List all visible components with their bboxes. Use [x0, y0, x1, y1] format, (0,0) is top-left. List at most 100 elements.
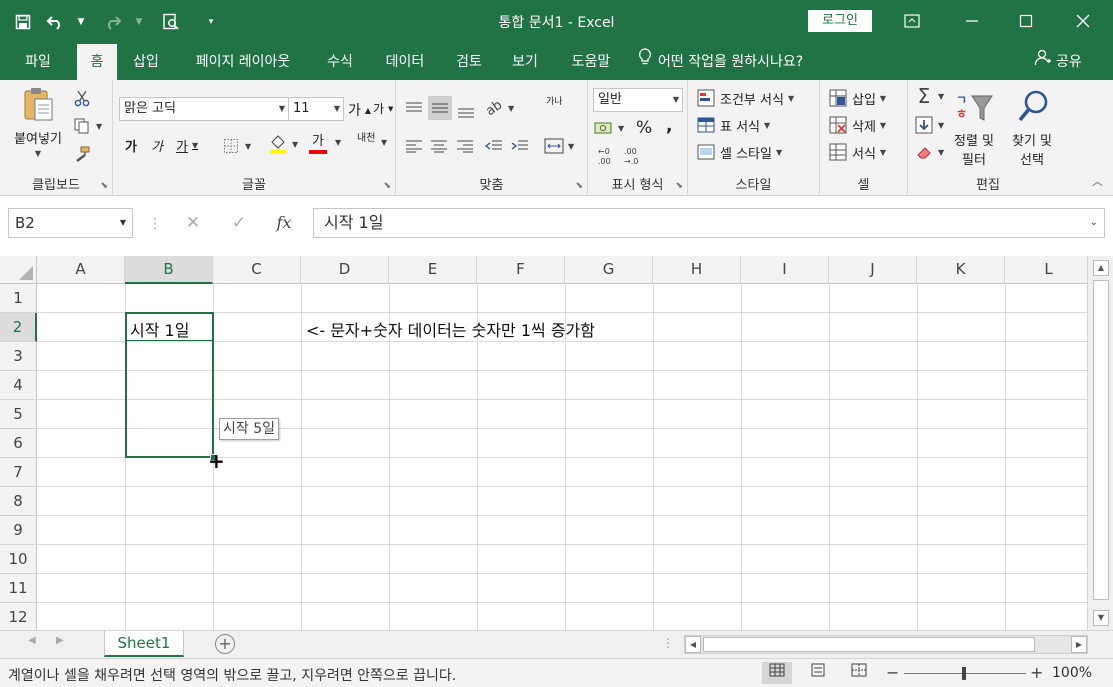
page-layout-view-icon[interactable]	[803, 662, 833, 684]
sort-filter-button[interactable]: ㄱㅎ 정렬 및 필터	[954, 90, 994, 168]
row-header-11[interactable]: 11	[0, 574, 37, 603]
align-bottom-button[interactable]	[456, 102, 476, 122]
format-painter-button[interactable]	[72, 144, 92, 164]
scroll-right-icon[interactable]: ▶	[1071, 636, 1087, 653]
add-sheet-icon[interactable]: +	[215, 634, 235, 654]
dialog-launcher-icon[interactable]: ⬊	[383, 181, 391, 191]
font-color-dropdown[interactable]: ▼	[335, 138, 341, 147]
phonetic-dropdown[interactable]: ▼	[381, 138, 387, 147]
tab-file[interactable]: 파일	[10, 44, 66, 80]
decrease-indent-button[interactable]	[484, 136, 504, 156]
align-right-button[interactable]	[455, 136, 475, 156]
tab-insert[interactable]: 삽입	[124, 44, 168, 80]
cut-button[interactable]	[72, 88, 92, 108]
column-header-a[interactable]: A	[37, 256, 125, 284]
accounting-format-button[interactable]: ▼	[594, 118, 624, 138]
align-left-button[interactable]	[404, 136, 424, 156]
vertical-scrollbar[interactable]: ▲ ▼	[1087, 256, 1113, 630]
align-middle-button[interactable]	[428, 96, 452, 120]
column-header-k[interactable]: K	[917, 256, 1005, 284]
row-header-5[interactable]: 5	[0, 400, 37, 429]
close-icon[interactable]	[1068, 6, 1098, 36]
clear-button[interactable]: ▼	[914, 142, 944, 162]
row-header-9[interactable]: 9	[0, 516, 37, 545]
sheet-nav-prev-icon[interactable]: ◀	[28, 635, 36, 646]
column-header-e[interactable]: E	[389, 256, 477, 284]
font-color-button[interactable]: 가	[309, 134, 327, 154]
orientation-button[interactable]: ab ▼	[483, 97, 514, 119]
paste-dropdown-icon[interactable]: ▼	[35, 149, 41, 158]
phonetic-button[interactable]: 내천	[357, 134, 375, 144]
column-header-l[interactable]: L	[1005, 256, 1093, 284]
row-header-12[interactable]: 12	[0, 603, 37, 630]
row-header-3[interactable]: 3	[0, 342, 37, 371]
horizontal-scrollbar[interactable]: ◀ ▶	[684, 635, 1088, 654]
number-format-combobox[interactable]: 일반 ▼	[593, 88, 683, 112]
column-header-j[interactable]: J	[829, 256, 917, 284]
tab-home[interactable]: 홈	[77, 44, 117, 80]
format-cells-button[interactable]: 서식 ▼	[828, 142, 886, 162]
ribbon-display-options-icon[interactable]	[897, 6, 927, 36]
sheet-nav-next-icon[interactable]: ▶	[56, 635, 64, 646]
tab-help[interactable]: 도움말	[560, 44, 622, 80]
formula-input[interactable]: 시작 1일 ⌄	[313, 208, 1105, 238]
copy-button[interactable]: ▼	[72, 116, 102, 136]
increase-decimal-button[interactable]: ←0.00	[596, 146, 622, 166]
percent-button[interactable]: %	[636, 118, 652, 138]
dialog-launcher-icon[interactable]: ⬊	[675, 181, 683, 191]
fill-button[interactable]: ▼	[914, 115, 944, 135]
merge-center-button[interactable]: ▼	[544, 136, 574, 156]
font-name-combobox[interactable]: 맑은 고딕 ▼	[119, 97, 289, 121]
row-header-8[interactable]: 8	[0, 487, 37, 516]
column-header-d[interactable]: D	[301, 256, 389, 284]
dialog-launcher-icon[interactable]: ⬊	[100, 181, 108, 191]
page-break-view-icon[interactable]	[844, 662, 874, 684]
find-select-button[interactable]: 찾기 및 선택	[1012, 88, 1052, 168]
conditional-formatting-button[interactable]: 조건부 서식 ▼	[696, 88, 794, 108]
horizontal-scroll-thumb[interactable]	[703, 637, 1035, 652]
minimize-icon[interactable]	[957, 6, 987, 36]
tab-split-grip-icon[interactable]: ⋮	[662, 636, 674, 650]
align-top-button[interactable]	[404, 98, 424, 118]
underline-button[interactable]: 가 ▼	[176, 136, 198, 155]
column-header-i[interactable]: I	[741, 256, 829, 284]
bold-button[interactable]: 가	[125, 136, 137, 155]
borders-button[interactable]: ▼	[221, 136, 251, 156]
worksheet-grid[interactable]: ABCDEFGHIJKL 1 2 3 4 5 6 7 8 9 10 11 12 시작 1일 <- 문자…	[0, 256, 1113, 630]
zoom-out-icon[interactable]: −	[886, 663, 899, 682]
copy-dropdown-icon[interactable]: ▼	[96, 122, 102, 131]
zoom-slider-knob[interactable]	[962, 667, 966, 680]
column-header-h[interactable]: H	[653, 256, 741, 284]
expand-formula-bar-icon[interactable]: ⌄	[1090, 209, 1098, 237]
column-header-c[interactable]: C	[213, 256, 301, 284]
row-header-10[interactable]: 10	[0, 545, 37, 574]
wrap-text-button[interactable]: 가나	[546, 98, 563, 107]
font-size-combobox[interactable]: 11 ▼	[288, 97, 344, 121]
cell-d2[interactable]: <- 문자+숫자 데이터는 숫자만 1씩 증가함	[306, 317, 595, 341]
fill-color-button[interactable]: ▼	[268, 134, 298, 154]
sheet-tab-sheet1[interactable]: Sheet1	[104, 631, 184, 657]
column-header-b[interactable]: B	[125, 256, 213, 284]
format-as-table-button[interactable]: 표 서식 ▼	[696, 115, 770, 135]
select-all-button[interactable]	[0, 256, 37, 284]
column-header-f[interactable]: F	[477, 256, 565, 284]
delete-cells-button[interactable]: 삭제 ▼	[828, 115, 886, 135]
paste-button[interactable]: 붙여넣기 ▼	[6, 86, 70, 158]
scroll-down-icon[interactable]: ▼	[1093, 610, 1109, 626]
tab-data[interactable]: 데이터	[375, 44, 435, 80]
zoom-slider[interactable]	[904, 667, 1026, 680]
tell-me-search[interactable]: 어떤 작업을 원하시나요?	[638, 44, 803, 80]
scroll-up-icon[interactable]: ▲	[1093, 260, 1109, 276]
cell-styles-button[interactable]: 셀 스타일 ▼	[696, 142, 782, 162]
fill-color-dropdown-icon[interactable]: ▼	[292, 140, 298, 149]
tab-view[interactable]: 보기	[503, 44, 547, 80]
tab-review[interactable]: 검토	[447, 44, 491, 80]
autosum-button[interactable]: Σ ▼	[914, 84, 944, 108]
column-header-g[interactable]: G	[565, 256, 653, 284]
maximize-icon[interactable]	[1011, 6, 1041, 36]
insert-function-icon[interactable]: fx	[270, 210, 298, 236]
borders-dropdown-icon[interactable]: ▼	[245, 142, 251, 151]
grow-font-button[interactable]: 가 ▲	[348, 100, 371, 120]
login-button[interactable]: 로그인	[808, 10, 872, 32]
align-center-button[interactable]	[429, 136, 449, 156]
